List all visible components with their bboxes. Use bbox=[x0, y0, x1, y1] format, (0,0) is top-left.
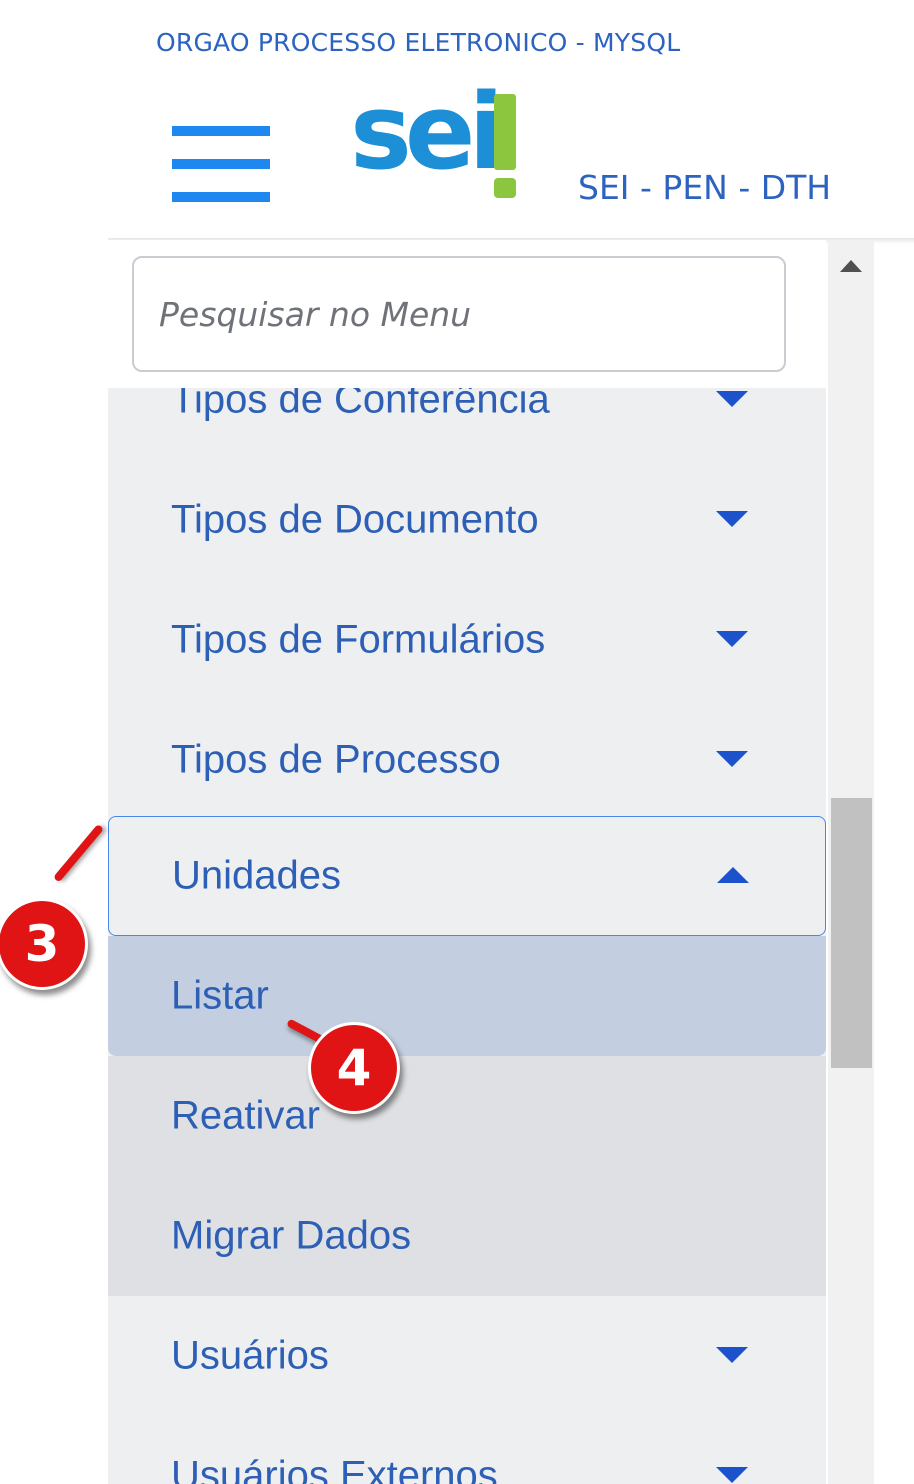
menu-search-panel bbox=[108, 240, 826, 388]
menu-toggle-icon[interactable] bbox=[172, 126, 270, 202]
scrollbar-thumb[interactable] bbox=[831, 798, 872, 1068]
menu-item-label: Usuários bbox=[171, 1333, 329, 1378]
submenu-item-reativar[interactable]: Reativar bbox=[108, 1056, 826, 1176]
caret-down-icon bbox=[716, 1347, 748, 1363]
submenu-item-label: Migrar Dados bbox=[171, 1213, 412, 1258]
submenu-item-migrar-dados[interactable]: Migrar Dados bbox=[108, 1176, 826, 1296]
submenu-item-label: Listar bbox=[171, 973, 269, 1018]
sidebar-scrollbar[interactable] bbox=[828, 240, 874, 1484]
callout-badge: 3 bbox=[0, 898, 88, 990]
org-name: ORGAO PROCESSO ELETRONICO - MYSQL bbox=[156, 28, 681, 57]
menu-item-usuarios[interactable]: Usuários bbox=[108, 1296, 826, 1416]
sei-logo[interactable]: sei bbox=[350, 80, 522, 208]
system-name: SEI - PEN - DTH bbox=[578, 168, 832, 207]
submenu-item-label: Reativar bbox=[171, 1093, 320, 1138]
menu-item-label: Tipos de Documento bbox=[171, 497, 539, 542]
menu-item-label: Unidades bbox=[172, 853, 342, 898]
callout-pointer bbox=[52, 823, 105, 883]
scroll-up-arrow-icon[interactable] bbox=[840, 260, 862, 272]
menu-item-label: Tipos de Formulários bbox=[171, 617, 546, 662]
menu-item-label: Usuários Externos bbox=[171, 1453, 498, 1484]
caret-down-icon bbox=[716, 751, 748, 767]
menu-item-label: Tipos de Processo bbox=[171, 737, 501, 782]
caret-down-icon bbox=[716, 511, 748, 527]
hamburger-bar bbox=[172, 159, 270, 169]
menu-item-unidades[interactable]: Unidades bbox=[108, 816, 826, 936]
logo-exclamation-bar bbox=[494, 94, 516, 170]
caret-down-icon bbox=[716, 631, 748, 647]
step-callout-4: 4 bbox=[286, 1018, 400, 1114]
menu-item-tipos-de-documento[interactable]: Tipos de Documento bbox=[108, 460, 826, 580]
sidebar-menu: Tipos de Conferência Tipos de Documento … bbox=[108, 240, 826, 1484]
callout-badge: 4 bbox=[308, 1022, 400, 1114]
menu-item-tipos-de-processo[interactable]: Tipos de Processo bbox=[108, 700, 826, 820]
logo-text: sei bbox=[350, 71, 504, 193]
hamburger-bar bbox=[172, 192, 270, 202]
menu-item-usuarios-externos[interactable]: Usuários Externos bbox=[108, 1416, 826, 1484]
step-callout-3: 3 bbox=[0, 823, 105, 990]
menu-search-input[interactable] bbox=[132, 256, 786, 372]
caret-down-icon bbox=[716, 1467, 748, 1483]
hamburger-bar bbox=[172, 126, 270, 136]
submenu-item-listar[interactable]: Listar bbox=[108, 936, 826, 1056]
menu-item-tipos-de-formularios[interactable]: Tipos de Formulários bbox=[108, 580, 826, 700]
caret-up-icon bbox=[717, 867, 749, 883]
caret-down-icon bbox=[716, 391, 748, 407]
logo-exclamation-dot bbox=[494, 178, 516, 198]
